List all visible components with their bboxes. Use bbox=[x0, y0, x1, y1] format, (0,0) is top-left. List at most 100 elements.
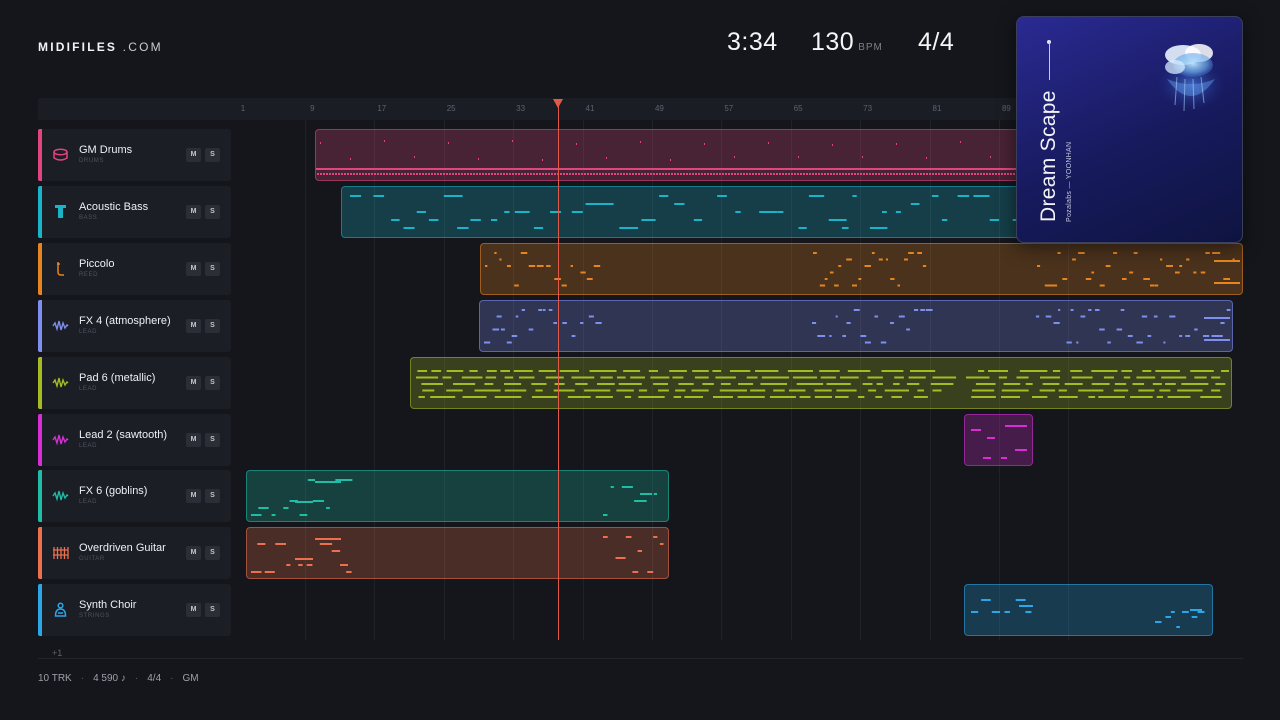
solo-button[interactable]: S bbox=[205, 546, 220, 561]
mute-button[interactable]: M bbox=[186, 432, 201, 447]
mute-button[interactable]: M bbox=[186, 375, 201, 390]
midi-clip[interactable] bbox=[315, 129, 1025, 181]
more-tracks-indicator[interactable]: +1 bbox=[52, 648, 62, 658]
mute-button[interactable]: M bbox=[186, 603, 201, 618]
track-header[interactable]: Lead 2 (sawtooth) LEAD M S bbox=[38, 413, 231, 466]
solo-button[interactable]: S bbox=[205, 204, 220, 219]
drum-icon bbox=[52, 146, 69, 163]
track-name: Lead 2 (sawtooth) bbox=[79, 428, 168, 441]
track-header[interactable]: Piccolo REED M S bbox=[38, 242, 231, 295]
ruler-tick: 57 bbox=[724, 104, 734, 113]
mute-button[interactable]: M bbox=[186, 318, 201, 333]
ruler-tick: 65 bbox=[793, 104, 803, 113]
track-category: BASS bbox=[79, 214, 98, 221]
track-name: FX 6 (goblins) bbox=[79, 485, 148, 498]
bass-icon bbox=[52, 203, 69, 220]
track-header[interactable]: Overdriven Guitar GUITAR M S bbox=[38, 527, 231, 580]
track-category: REED bbox=[79, 271, 99, 278]
track-header[interactable]: FX 4 (atmosphere) LEAD M S bbox=[38, 299, 231, 352]
track-color-stripe bbox=[38, 185, 42, 238]
mute-button[interactable]: M bbox=[186, 489, 201, 504]
track-color-stripe bbox=[38, 129, 42, 181]
midi-notes bbox=[316, 140, 1024, 175]
solo-button[interactable]: S bbox=[205, 603, 220, 618]
track-color-stripe bbox=[38, 584, 42, 637]
solo-button[interactable]: S bbox=[205, 261, 220, 276]
track-header[interactable]: GM Drums DRUMS M S bbox=[38, 129, 231, 181]
midi-notes bbox=[350, 194, 1024, 229]
album-title: Dream Scape bbox=[1037, 90, 1060, 222]
ruler-tick: 81 bbox=[932, 104, 942, 113]
track-name: Pad 6 (metallic) bbox=[79, 371, 156, 384]
midi-clip[interactable] bbox=[246, 527, 669, 580]
brand-name: MIDIFILES bbox=[38, 40, 118, 54]
mute-button[interactable]: M bbox=[186, 204, 201, 219]
ruler-tick: 33 bbox=[516, 104, 526, 113]
ruler-tick: 1 bbox=[240, 104, 246, 113]
tempo-display: 130 BPM bbox=[811, 28, 883, 57]
midi-clip[interactable] bbox=[964, 584, 1213, 637]
playhead-handle[interactable] bbox=[553, 99, 563, 108]
time-signature-display: 4/4 bbox=[918, 28, 955, 56]
midi-notes bbox=[971, 599, 1205, 629]
brand-logo[interactable]: MIDIFILES .COM bbox=[38, 40, 163, 54]
solo-button[interactable]: S bbox=[205, 489, 220, 504]
midi-clip[interactable] bbox=[480, 242, 1243, 295]
footer-track-count: 10 TRK bbox=[38, 673, 72, 684]
footer-note-count: 4 590 ♪ bbox=[93, 673, 126, 684]
ruler-tick: 25 bbox=[446, 104, 456, 113]
ruler-tick: 49 bbox=[654, 104, 664, 113]
footer-standard: GM bbox=[182, 673, 199, 684]
track-header[interactable]: Acoustic Bass BASS M S bbox=[38, 185, 231, 238]
track-color-stripe bbox=[38, 242, 42, 295]
duration-display: 3:34 bbox=[727, 28, 778, 56]
track-color-stripe bbox=[38, 527, 42, 580]
track-name: GM Drums bbox=[79, 144, 133, 156]
ruler-tick: 73 bbox=[863, 104, 873, 113]
ruler-tick: 89 bbox=[1001, 104, 1011, 113]
track-category: LEAD bbox=[79, 385, 98, 392]
brand-domain: .COM bbox=[117, 40, 163, 54]
footer-stats: 10 TRK · 4 590 ♪ · 4/4 · GM bbox=[38, 673, 199, 684]
track-name: FX 4 (atmosphere) bbox=[79, 314, 171, 327]
midi-notes bbox=[416, 369, 1229, 398]
tempo-unit: BPM bbox=[858, 42, 883, 53]
track-color-stripe bbox=[38, 413, 42, 466]
midi-clip[interactable] bbox=[246, 470, 669, 523]
track-header[interactable]: Synth Choir STRINGS M S bbox=[38, 584, 231, 637]
mute-button[interactable]: M bbox=[186, 148, 201, 162]
track-color-stripe bbox=[38, 470, 42, 523]
waveform-icon bbox=[52, 317, 69, 334]
mute-button[interactable]: M bbox=[186, 261, 201, 276]
track-category: LEAD bbox=[79, 499, 98, 506]
playhead[interactable] bbox=[558, 100, 559, 640]
solo-button[interactable]: S bbox=[205, 318, 220, 333]
track-name: Piccolo bbox=[79, 257, 115, 270]
midi-notes bbox=[251, 479, 657, 517]
midi-clip[interactable] bbox=[964, 413, 1033, 466]
track-color-stripe bbox=[38, 299, 42, 352]
reed-icon bbox=[52, 260, 69, 277]
midi-notes bbox=[485, 251, 1240, 287]
track-color-stripe bbox=[38, 356, 42, 409]
midi-clip[interactable] bbox=[410, 356, 1232, 409]
guitar-icon bbox=[52, 544, 69, 561]
solo-button[interactable]: S bbox=[205, 375, 220, 390]
track-category: LEAD bbox=[79, 328, 98, 335]
track-header[interactable]: FX 6 (goblins) LEAD M S bbox=[38, 470, 231, 523]
tempo-value: 130 bbox=[811, 28, 855, 56]
footer-meter: 4/4 bbox=[147, 673, 162, 684]
midi-clip[interactable] bbox=[479, 299, 1233, 352]
solo-button[interactable]: S bbox=[205, 432, 220, 447]
waveform-icon bbox=[52, 487, 69, 504]
solo-button[interactable]: S bbox=[205, 148, 220, 162]
midi-clip[interactable] bbox=[341, 185, 1025, 238]
mute-button[interactable]: M bbox=[186, 546, 201, 561]
track-header[interactable]: Pad 6 (metallic) LEAD M S bbox=[38, 356, 231, 409]
midi-notes bbox=[251, 536, 664, 574]
track-name: Overdriven Guitar bbox=[79, 542, 166, 555]
track-category: STRINGS bbox=[79, 613, 110, 620]
footer-divider bbox=[38, 658, 1243, 659]
track-category: GUITAR bbox=[79, 556, 105, 563]
ruler-tick: 9 bbox=[310, 104, 315, 113]
